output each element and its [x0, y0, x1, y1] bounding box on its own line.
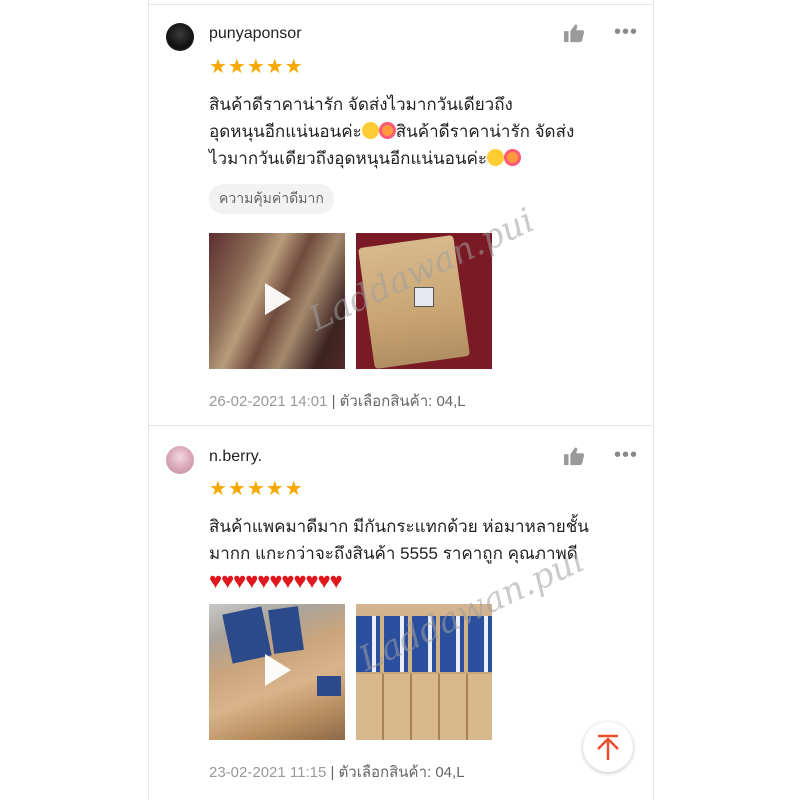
thumbs-up-icon[interactable]	[563, 23, 585, 43]
review-text-line: สินค้าแพคมาดีมาก มีกันกระแทกด้วย ห่อมาหล…	[209, 517, 589, 536]
review-text-segment: สินค้าดีราคาน่ารัก จัดส่ง	[395, 122, 575, 141]
review-card: n.berry. ••• ★★★★★ สินค้าแพคมาดีมาก มีกั…	[148, 426, 652, 800]
hearts-face-emoji-icon	[504, 149, 521, 166]
play-icon[interactable]	[265, 654, 291, 686]
review-text: สินค้าดีราคาน่ารัก จัดส่งไวมากวันเดียวถึ…	[209, 91, 639, 172]
product-option: | ตัวเลือกสินค้า: 04,L	[330, 764, 465, 781]
video-thumbnail[interactable]	[209, 604, 345, 740]
scroll-to-top-button[interactable]	[583, 722, 633, 772]
arrow-up-icon	[597, 734, 619, 760]
review-tag[interactable]: ความคุ้มค่าดีมาก	[209, 184, 334, 214]
avatar[interactable]	[166, 23, 194, 51]
review-text-line: ไวมากวันเดียวถึงอุดหนุนอีกแน่นอนค่ะ	[209, 145, 639, 172]
review-text-line: อุดหนุนอีกแน่นอนค่ะ สินค้าดีราคาน่ารัก จั…	[209, 118, 639, 145]
rating-stars: ★★★★★	[209, 478, 304, 500]
rating-stars: ★★★★★	[209, 56, 304, 78]
review-date: 26-02-2021 14:01	[209, 393, 328, 410]
review-text-segment: ไวมากวันเดียวถึงอุดหนุนอีกแน่นอนค่ะ	[209, 149, 487, 168]
review-text-line: สินค้าดีราคาน่ารัก จัดส่งไวมากวันเดียวถึ…	[209, 95, 513, 114]
play-icon[interactable]	[265, 283, 291, 315]
thumbs-up-icon[interactable]	[563, 446, 585, 466]
review-meta: 23-02-2021 11:15 | ตัวเลือกสินค้า: 04,L	[209, 760, 465, 784]
review-card: punyaponsor ••• ★★★★★ สินค้าดีราคาน่ารัก…	[148, 0, 652, 425]
package-bottom-image	[356, 674, 492, 740]
hearts-face-emoji-icon	[378, 122, 396, 139]
reviewer-username: punyaponsor	[209, 25, 302, 42]
more-options-icon[interactable]: •••	[614, 445, 638, 465]
more-options-icon[interactable]: •••	[614, 22, 638, 42]
review-text-segment: อุดหนุนอีกแน่นอนค่ะ	[209, 122, 362, 141]
review-meta: 26-02-2021 14:01 | ตัวเลือกสินค้า: 04,L	[209, 389, 466, 413]
smile-emoji-icon	[361, 122, 379, 139]
product-option: | ตัวเลือกสินค้า: 04,L	[331, 393, 466, 410]
package-label-image	[317, 676, 341, 696]
review-date: 23-02-2021 11:15	[209, 764, 327, 781]
avatar[interactable]	[166, 446, 194, 474]
package-label-image	[268, 606, 304, 654]
reviewer-username: n.berry.	[209, 448, 263, 465]
smile-emoji-icon	[487, 149, 504, 166]
